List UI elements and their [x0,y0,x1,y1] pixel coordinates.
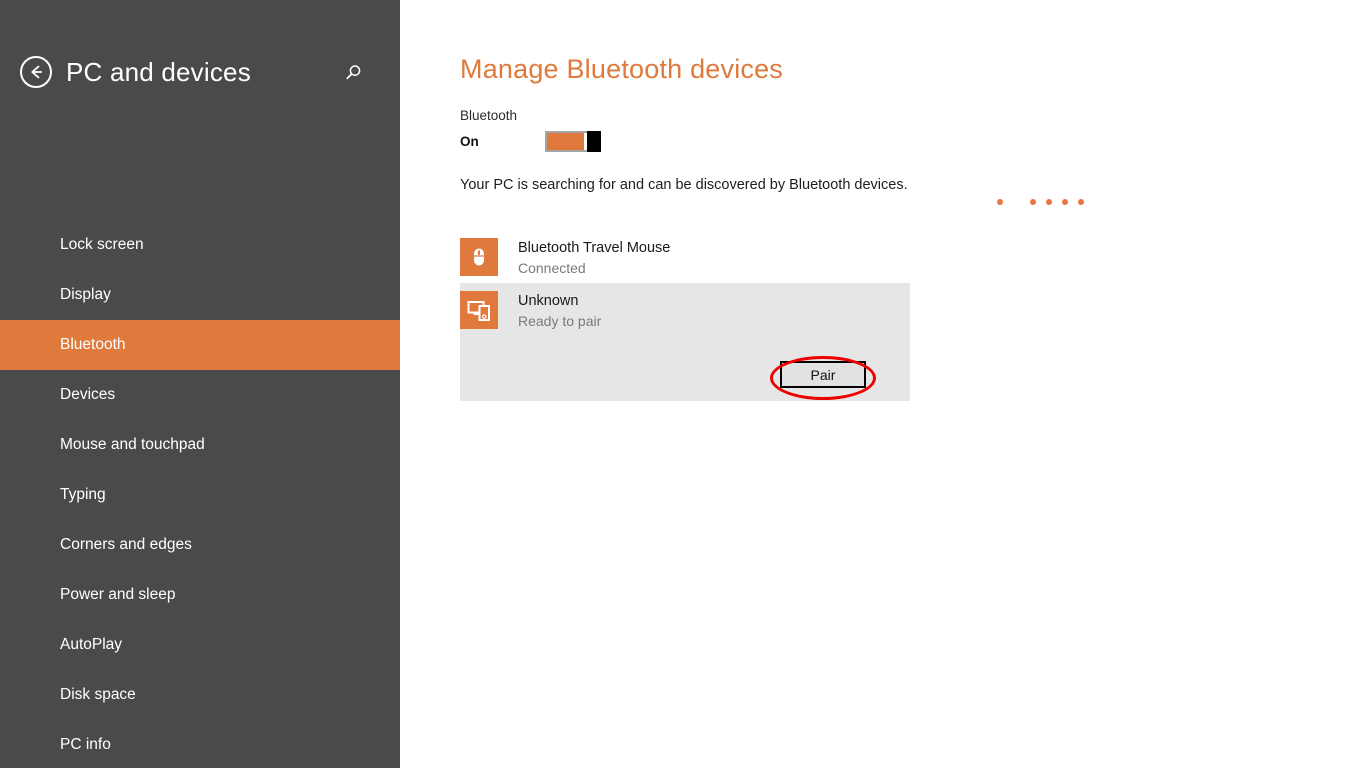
sidebar-item-bluetooth[interactable]: Bluetooth [0,320,400,370]
toggle-thumb[interactable] [587,130,601,152]
sidebar: PC and devices Lock screen Display Bluet… [0,0,400,768]
sidebar-item-label: Disk space [60,686,136,703]
sidebar-item-disk-space[interactable]: Disk space [0,670,400,720]
progress-dot [1030,199,1036,205]
device-list-item-selected[interactable]: Unknown Ready to pair Pair [460,283,910,401]
device-name: Bluetooth Travel Mouse [518,240,671,256]
device-status: Ready to pair [518,313,602,329]
sidebar-item-label: Lock screen [60,236,144,253]
page-title: PC and devices [66,56,251,87]
sidebar-item-label: Devices [60,386,116,403]
sidebar-item-mouse-and-touchpad[interactable]: Mouse and touchpad [0,420,400,470]
search-icon[interactable] [338,58,368,88]
bluetooth-device-list: Bluetooth Travel Mouse Connected Unknown… [460,230,910,401]
sidebar-item-label: Typing [60,486,106,503]
device-text: Bluetooth Travel Mouse Connected [518,238,670,278]
unknown-device-icon [460,291,498,329]
sidebar-item-label: Display [60,286,111,303]
sidebar-item-label: AutoPlay [60,636,123,653]
bluetooth-toggle-row: On [460,130,860,152]
sidebar-item-label: Mouse and touchpad [60,436,205,453]
sidebar-nav: Lock screen Display Bluetooth Devices Mo… [0,220,400,768]
sidebar-item-label: PC info [60,736,111,753]
sidebar-item-power-and-sleep[interactable]: Power and sleep [0,570,400,620]
sidebar-header: PC and devices [20,50,380,94]
pair-button[interactable]: Pair [780,361,866,388]
sidebar-item-corners-and-edges[interactable]: Corners and edges [0,520,400,570]
bluetooth-label: Bluetooth [460,108,518,123]
device-row-main: Unknown Ready to pair [460,288,910,331]
device-list-item[interactable]: Bluetooth Travel Mouse Connected [460,230,910,283]
main-content: Manage Bluetooth devices Bluetooth On Yo… [400,0,1366,768]
settings-screen: PC and devices Lock screen Display Bluet… [0,0,1366,768]
sidebar-item-autoplay[interactable]: AutoPlay [0,620,400,670]
bluetooth-toggle-switch[interactable] [545,130,601,152]
sidebar-item-label: Power and sleep [60,586,176,603]
sidebar-item-devices[interactable]: Devices [0,370,400,420]
sidebar-item-typing[interactable]: Typing [0,470,400,520]
toggle-fill [547,132,584,150]
progress-dot [997,199,1003,205]
sidebar-item-lock-screen[interactable]: Lock screen [0,220,400,270]
bluetooth-setting: Bluetooth On [460,106,860,152]
device-text: Unknown Ready to pair [518,291,601,331]
device-row-main: Bluetooth Travel Mouse Connected [460,235,910,278]
back-arrow-icon[interactable] [20,56,52,88]
searching-progress-dots [997,199,1097,207]
bluetooth-toggle-state: On [460,133,479,149]
device-name: Unknown [518,293,579,309]
pair-action-area: Pair [770,356,898,400]
progress-dot [1046,199,1052,205]
discovery-status-text: Your PC is searching for and can be disc… [460,177,908,193]
sidebar-item-label: Bluetooth [60,336,126,353]
sidebar-item-label: Corners and edges [60,536,192,553]
bluetooth-mouse-icon [460,238,498,276]
content-heading: Manage Bluetooth devices [460,54,784,84]
device-status: Connected [518,260,586,276]
sidebar-item-display[interactable]: Display [0,270,400,320]
sidebar-item-pc-info[interactable]: PC info [0,720,400,768]
progress-dot [1062,199,1068,205]
progress-dot [1078,199,1084,205]
